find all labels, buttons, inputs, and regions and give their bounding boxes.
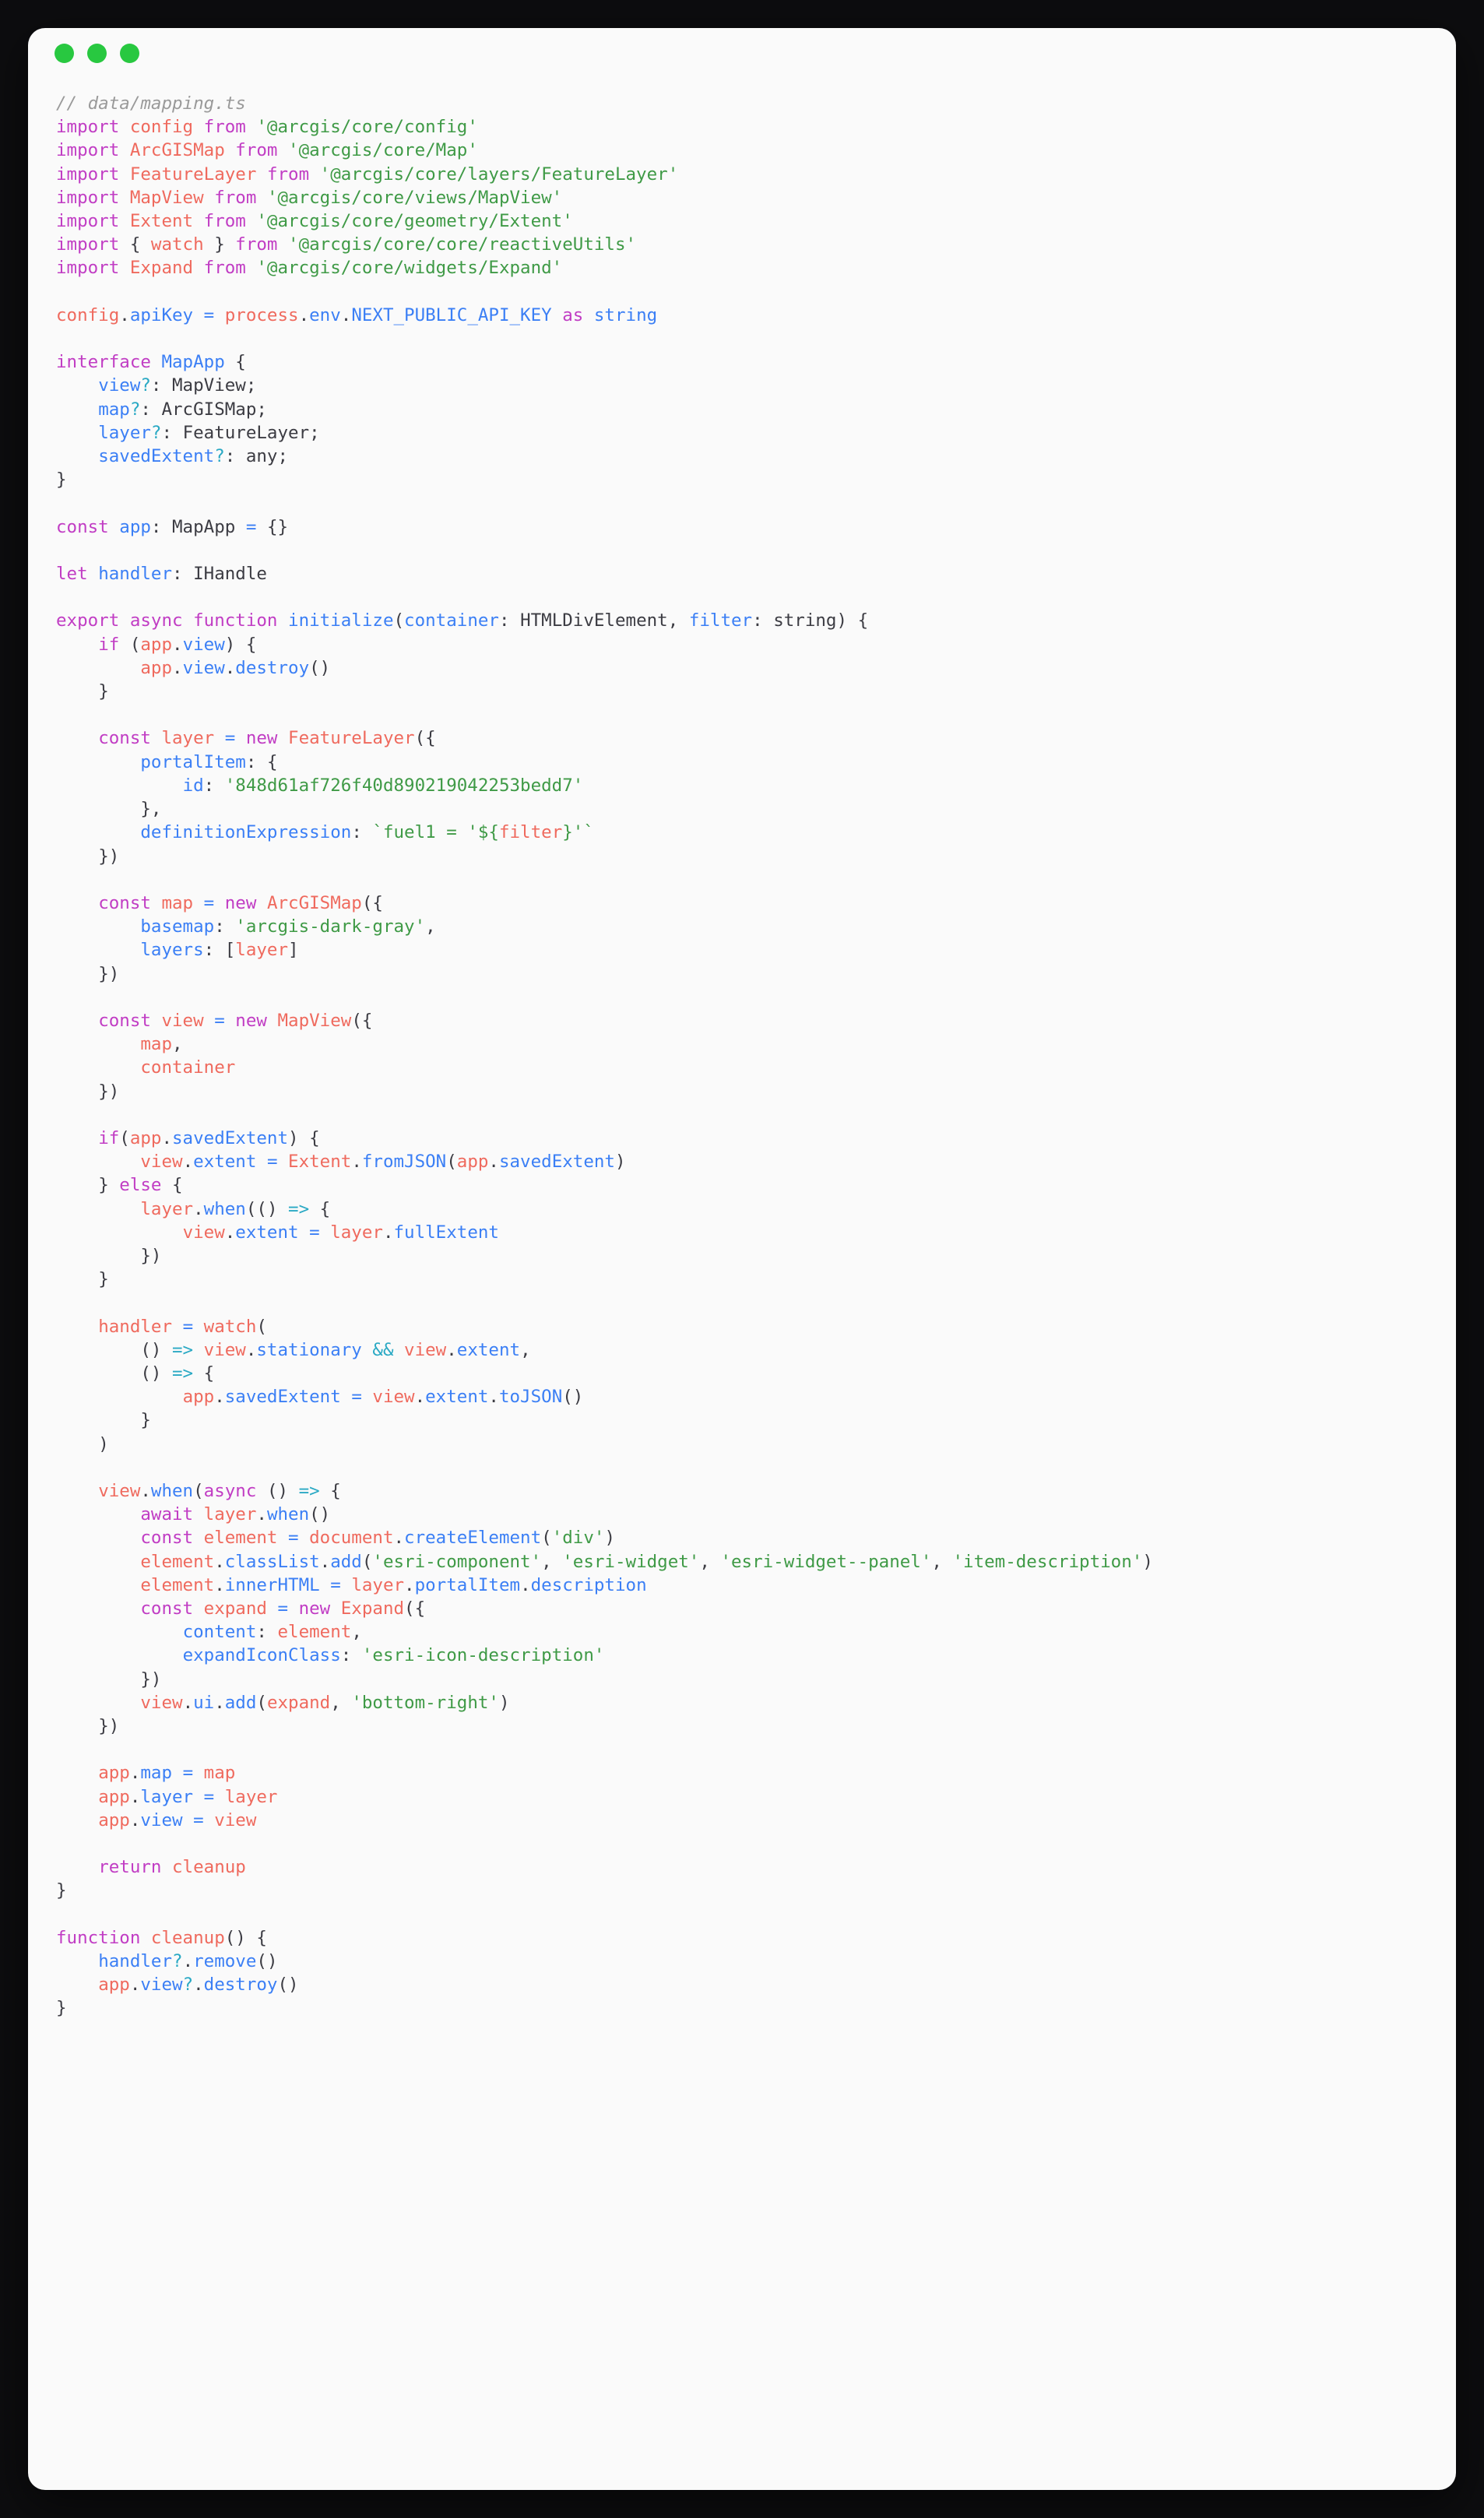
screenshot-root: // data/mapping.ts import config from '@… xyxy=(0,0,1484,2518)
code-window: // data/mapping.ts import config from '@… xyxy=(28,28,1456,2490)
window-titlebar xyxy=(28,28,1456,78)
code-editor-area[interactable]: // data/mapping.ts import config from '@… xyxy=(28,78,1456,2020)
source-code-block: // data/mapping.ts import config from '@… xyxy=(56,93,1153,2019)
maximize-window-button[interactable] xyxy=(120,43,139,63)
minimize-window-button[interactable] xyxy=(87,43,107,63)
close-window-button[interactable] xyxy=(55,43,74,63)
